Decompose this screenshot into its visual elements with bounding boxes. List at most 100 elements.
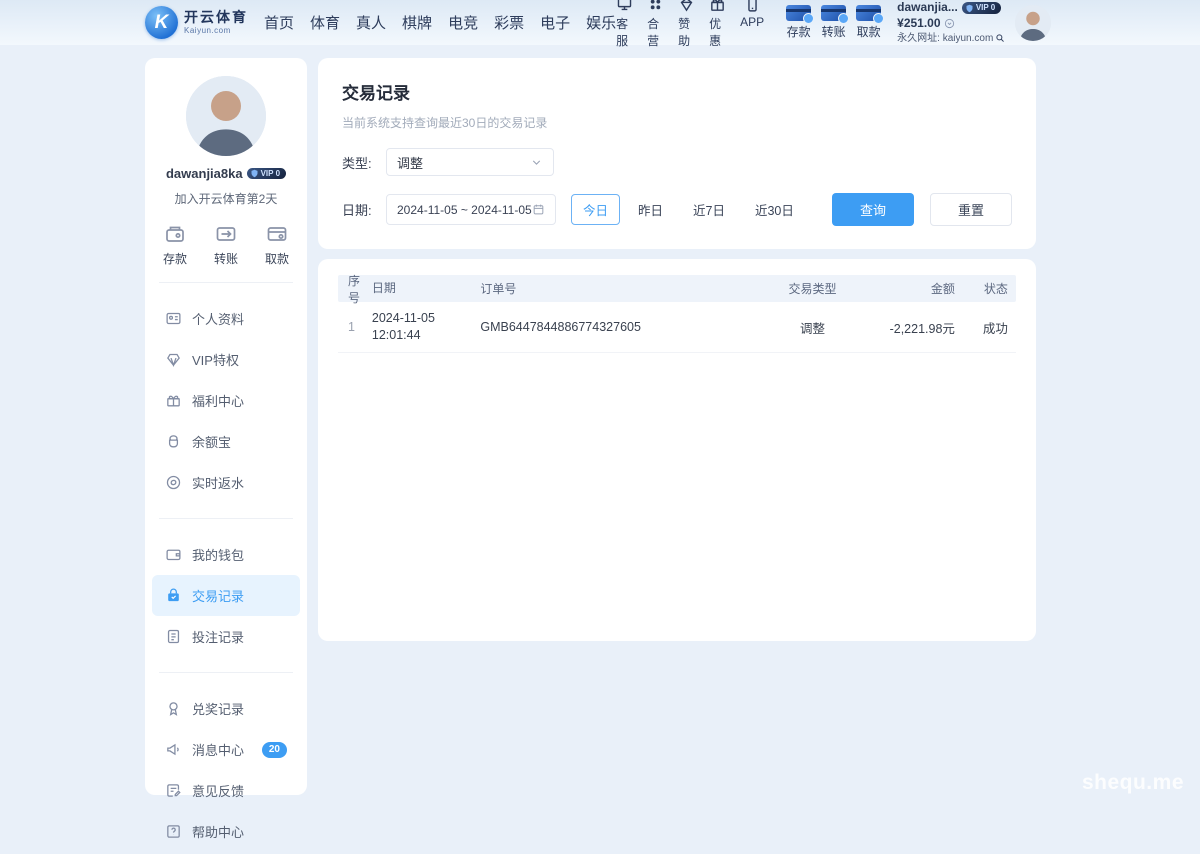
main-content: 交易记录 当前系统支持查询最近30日的交易记录 类型: 调整 日期: 2024-…: [318, 58, 1036, 795]
header-tool[interactable]: 优惠: [709, 0, 726, 49]
header-tool[interactable]: 客服: [616, 0, 633, 49]
transfer-card-icon: [821, 5, 846, 21]
message-icon: [165, 741, 182, 758]
cell-order-no: GMB6447844886774327605: [480, 320, 758, 334]
range-button[interactable]: 近30日: [743, 194, 806, 225]
page-title: 交易记录: [342, 79, 1012, 104]
nav-item[interactable]: 电竞: [448, 12, 478, 33]
table-header: 序号日期订单号交易类型金额状态: [338, 275, 1016, 302]
cell-date: 2024-11-0512:01:44: [372, 310, 480, 344]
sidebar: dawanjia8ka VIP 0 加入开云体育第2天 存款转账取款 个人资料V…: [145, 58, 307, 795]
sidebar-item[interactable]: VIP特权: [152, 339, 300, 380]
sidebar-item[interactable]: 帮助中心: [152, 811, 300, 852]
joined-days: 加入开云体育第2天: [145, 190, 307, 207]
divider: [159, 518, 293, 519]
deposit-card-icon: [786, 5, 811, 21]
logo[interactable]: K 开云体育 Kaiyun.com: [145, 6, 248, 39]
withdraw-icon: [265, 222, 289, 246]
date-range-input[interactable]: 2024-11-05 ~ 2024-11-05: [386, 194, 556, 225]
nav-item[interactable]: 电子: [540, 12, 570, 33]
table-body: 1 2024-11-0512:01:44 GMB6447844886774327…: [338, 302, 1016, 353]
reset-button[interactable]: 重置: [930, 193, 1012, 226]
cell-status: 成功: [955, 318, 1016, 337]
chevron-down-icon: [530, 156, 543, 169]
deposit-icon: [163, 222, 187, 246]
nav-item[interactable]: 娱乐: [586, 12, 616, 33]
sidebar-item[interactable]: 个人资料: [152, 298, 300, 339]
user-block: dawanjia... VIP 0 ¥251.00 永久网址: kaiyun.c…: [897, 0, 1005, 44]
calendar-icon: [532, 203, 545, 216]
shield-icon: [965, 4, 974, 13]
sidebar-item[interactable]: 余额宝: [152, 421, 300, 462]
filter-card: 交易记录 当前系统支持查询最近30日的交易记录 类型: 调整 日期: 2024-…: [318, 58, 1036, 249]
refresh-balance-icon[interactable]: [944, 18, 955, 29]
range-button[interactable]: 近7日: [681, 194, 737, 225]
column-header: 金额: [867, 280, 955, 297]
column-header: 状态: [955, 280, 1016, 297]
rebate-icon: [165, 474, 182, 491]
username[interactable]: dawanjia...: [897, 0, 958, 16]
logo-title: 开云体育: [184, 10, 248, 25]
column-header: 日期: [372, 280, 480, 296]
quick-action[interactable]: 存款: [163, 222, 187, 267]
cell-index: 1: [338, 320, 372, 334]
divider: [159, 282, 293, 283]
column-header: 订单号: [480, 280, 758, 297]
sidebar-menu: 个人资料VIP特权福利中心余额宝实时返水我的钱包交易记录投注记录兑奖记录消息中心…: [145, 296, 307, 854]
id-card-icon: [165, 310, 182, 327]
header-tool[interactable]: APP: [740, 0, 764, 49]
type-select[interactable]: 调整: [386, 148, 554, 176]
page-subtitle: 当前系统支持查询最近30日的交易记录: [342, 114, 1012, 131]
query-button[interactable]: 查询: [832, 193, 914, 226]
column-header: 交易类型: [758, 280, 866, 297]
header-wallet-action[interactable]: 转账: [821, 5, 846, 40]
header-wallet-action[interactable]: 取款: [856, 5, 881, 40]
range-button[interactable]: 今日: [571, 194, 620, 225]
header-tools: 客服合营赞助优惠 APP: [616, 0, 764, 49]
sidebar-item[interactable]: 交易记录: [152, 575, 300, 616]
table-card: 序号日期订单号交易类型金额状态 1 2024-11-0512:01:44 GMB…: [318, 259, 1036, 641]
watermark: shequ.me: [1082, 771, 1184, 795]
yuebao-icon: [165, 433, 182, 450]
nav-item[interactable]: 彩票: [494, 12, 524, 33]
sidebar-item[interactable]: 消息中心20: [152, 729, 300, 770]
quick-range-buttons: 今日昨日近7日近30日: [571, 194, 806, 225]
nav-item[interactable]: 首页: [264, 12, 294, 33]
quick-action[interactable]: 取款: [265, 222, 289, 267]
nav-item[interactable]: 体育: [310, 12, 340, 33]
type-label: 类型:: [342, 153, 386, 172]
prize-icon: [165, 700, 182, 717]
header-tool[interactable]: 赞助: [678, 0, 695, 49]
unread-badge: 20: [262, 742, 287, 758]
promo-icon: [709, 0, 726, 13]
wallet-icon: [165, 546, 182, 563]
header-wallet-action[interactable]: 存款: [786, 5, 811, 40]
header-tool[interactable]: 合营: [647, 0, 664, 49]
main-nav: 首页体育真人棋牌电竞彩票电子娱乐: [264, 12, 616, 33]
quick-action[interactable]: 转账: [214, 222, 238, 267]
sidebar-item[interactable]: 实时返水: [152, 462, 300, 503]
avatar[interactable]: [1015, 5, 1051, 41]
partner-icon: [647, 0, 664, 13]
search-icon[interactable]: [995, 33, 1005, 43]
profile-avatar[interactable]: [186, 76, 266, 156]
divider: [159, 672, 293, 673]
sidebar-item[interactable]: 我的钱包: [152, 534, 300, 575]
transfer-icon: [214, 222, 238, 246]
column-header: 序号: [338, 272, 372, 306]
betting-icon: [165, 628, 182, 645]
vip-badge: VIP 0: [962, 2, 1001, 14]
feedback-icon: [165, 782, 182, 799]
permanent-url: 永久网址: kaiyun.com: [897, 32, 993, 45]
cell-type: 调整: [758, 318, 866, 337]
sidebar-item[interactable]: 投注记录: [152, 616, 300, 657]
range-button[interactable]: 昨日: [626, 194, 675, 225]
profile-username: dawanjia8ka: [166, 166, 243, 181]
nav-item[interactable]: 棋牌: [402, 12, 432, 33]
welfare-icon: [165, 392, 182, 409]
nav-item[interactable]: 真人: [356, 12, 386, 33]
sidebar-item[interactable]: 意见反馈: [152, 770, 300, 811]
sidebar-item[interactable]: 福利中心: [152, 380, 300, 421]
sidebar-item[interactable]: 兑奖记录: [152, 688, 300, 729]
shield-icon: [250, 169, 259, 178]
